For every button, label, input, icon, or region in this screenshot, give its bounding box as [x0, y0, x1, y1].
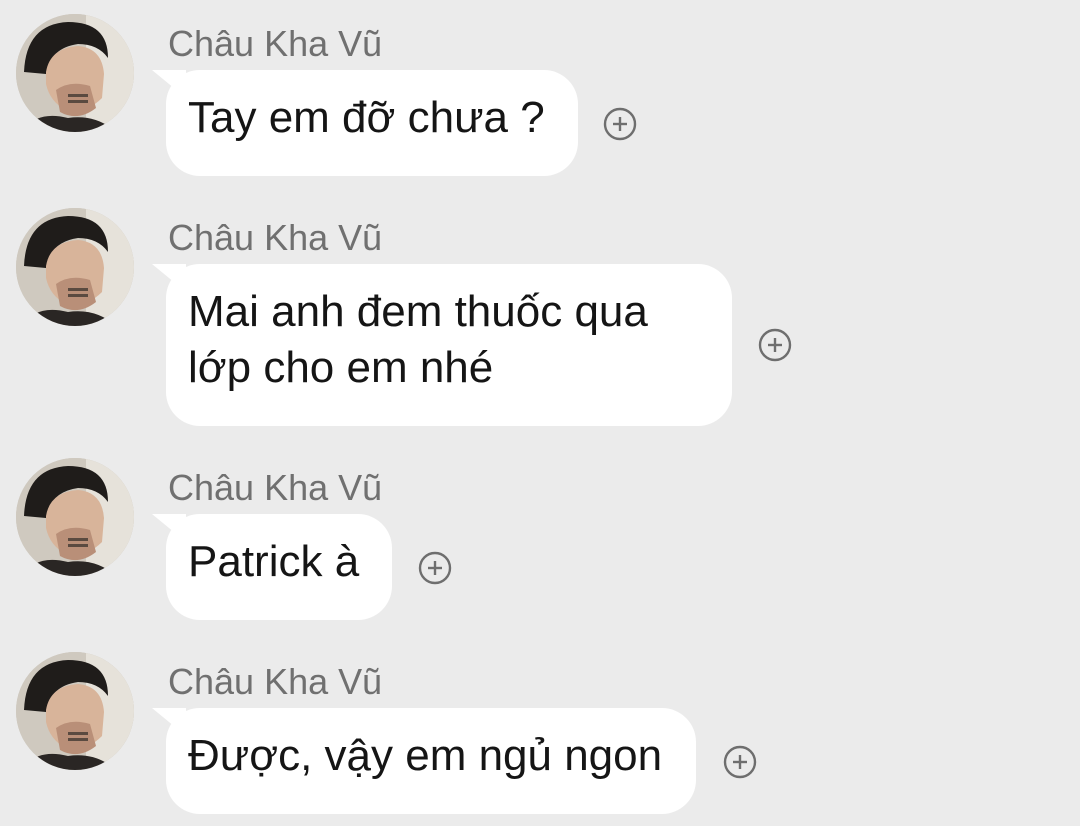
message-bubble[interactable]: Tay em đỡ chưa ?: [166, 70, 578, 176]
message-bubble[interactable]: Patrick à: [166, 514, 392, 620]
sender-name: Châu Kha Vũ: [168, 23, 383, 64]
message-row: Châu Kha Vũ Mai anh đem thuốc qua lớp ch…: [0, 194, 1080, 444]
avatar[interactable]: [16, 14, 134, 132]
message-bubble[interactable]: Mai anh đem thuốc qua lớp cho em nhé: [166, 264, 732, 426]
avatar[interactable]: [16, 208, 134, 326]
message-row: Châu Kha Vũ Được, vậy em ngủ ngon: [0, 638, 1080, 826]
avatar[interactable]: [16, 458, 134, 576]
add-reaction-icon[interactable]: [723, 745, 757, 779]
avatar[interactable]: [16, 652, 134, 770]
message-text: Được, vậy em ngủ ngon: [188, 731, 663, 780]
message-row: Châu Kha Vũ Tay em đỡ chưa ?: [0, 0, 1080, 190]
sender-name: Châu Kha Vũ: [168, 467, 383, 508]
sender-name: Châu Kha Vũ: [168, 661, 383, 702]
add-reaction-icon[interactable]: [418, 551, 452, 585]
message-row: Châu Kha Vũ Patrick à: [0, 444, 1080, 634]
add-reaction-icon[interactable]: [603, 107, 637, 141]
message-text: Mai anh đem thuốc qua lớp cho em nhé: [188, 287, 648, 392]
message-text: Patrick à: [188, 537, 360, 586]
add-reaction-icon[interactable]: [758, 328, 792, 362]
message-bubble[interactable]: Được, vậy em ngủ ngon: [166, 708, 696, 814]
sender-name: Châu Kha Vũ: [168, 217, 383, 258]
message-text: Tay em đỡ chưa ?: [188, 93, 545, 142]
chat-view: Châu Kha Vũ Tay em đỡ chưa ? Châu Kha Vũ…: [0, 0, 1080, 826]
